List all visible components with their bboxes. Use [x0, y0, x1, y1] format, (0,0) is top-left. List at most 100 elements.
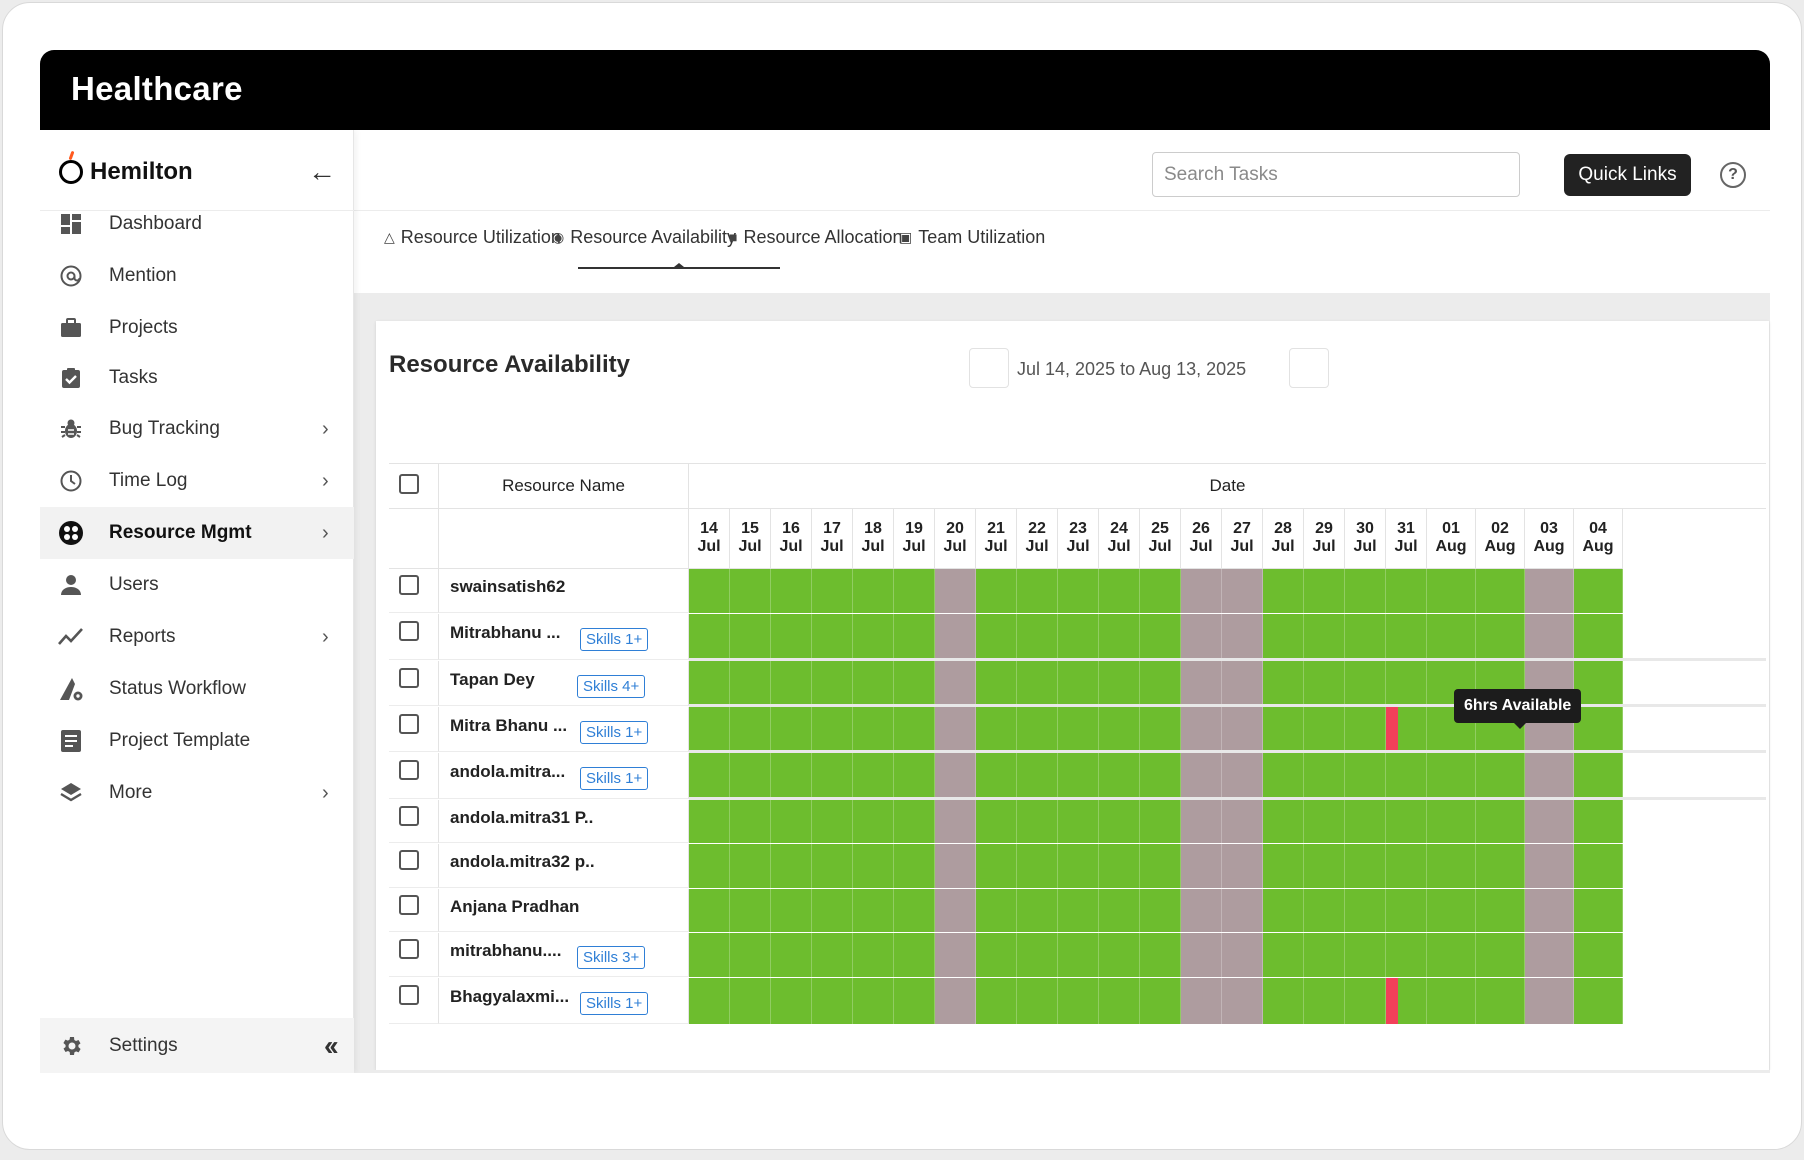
weekend-cell[interactable]	[1181, 614, 1222, 660]
available-cell[interactable]	[1058, 889, 1099, 932]
available-cell[interactable]	[812, 844, 853, 888]
available-cell[interactable]	[1304, 614, 1345, 660]
available-cell[interactable]	[1345, 614, 1386, 660]
available-cell[interactable]	[1140, 800, 1181, 843]
weekend-cell[interactable]	[1525, 889, 1574, 932]
available-cell[interactable]	[1058, 800, 1099, 843]
help-icon[interactable]: ?	[1720, 162, 1746, 188]
available-cell[interactable]	[1263, 844, 1304, 888]
available-cell[interactable]	[689, 569, 730, 613]
weekend-cell[interactable]	[1222, 707, 1263, 752]
weekend-cell[interactable]	[1181, 889, 1222, 932]
sidebar-item-mention[interactable]: Mention	[40, 250, 354, 302]
available-cell[interactable]	[1386, 800, 1427, 843]
available-cell[interactable]	[1017, 707, 1058, 752]
available-cell[interactable]	[853, 707, 894, 752]
available-cell[interactable]	[689, 844, 730, 888]
available-cell[interactable]	[1386, 661, 1427, 706]
row-checkbox[interactable]	[399, 806, 419, 826]
arrow-left-icon[interactable]: ←	[308, 156, 336, 188]
available-cell[interactable]	[1427, 889, 1476, 932]
available-cell[interactable]	[1140, 661, 1181, 706]
weekend-cell[interactable]	[1222, 844, 1263, 888]
weekend-cell[interactable]	[1181, 753, 1222, 799]
weekend-cell[interactable]	[1222, 978, 1263, 1024]
available-cell[interactable]	[1140, 933, 1181, 977]
available-cell[interactable]	[1574, 933, 1623, 977]
available-cell[interactable]	[1427, 844, 1476, 888]
available-cell[interactable]	[976, 844, 1017, 888]
weekend-cell[interactable]	[935, 707, 976, 752]
weekend-cell[interactable]	[1525, 569, 1574, 613]
available-cell[interactable]	[812, 800, 853, 843]
available-cell[interactable]	[771, 569, 812, 613]
available-cell[interactable]	[1476, 800, 1525, 843]
weekend-cell[interactable]	[1181, 569, 1222, 613]
available-cell[interactable]	[812, 889, 853, 932]
available-cell[interactable]	[894, 800, 935, 843]
available-cell[interactable]	[1304, 753, 1345, 799]
row-checkbox[interactable]	[399, 621, 419, 641]
available-cell[interactable]	[853, 614, 894, 660]
available-cell[interactable]	[1304, 569, 1345, 613]
available-cell[interactable]	[771, 661, 812, 706]
tab-resource-allocation[interactable]: ■ Resource Allocation	[729, 211, 903, 263]
row-checkbox[interactable]	[399, 895, 419, 915]
available-cell[interactable]	[1427, 800, 1476, 843]
available-cell[interactable]	[1099, 614, 1140, 660]
available-cell[interactable]	[1140, 614, 1181, 660]
available-cell[interactable]	[1386, 844, 1427, 888]
available-cell[interactable]	[1574, 844, 1623, 888]
available-cell[interactable]	[689, 614, 730, 660]
sidebar-item-project-template[interactable]: Project Template	[40, 715, 354, 767]
available-cell[interactable]	[1017, 889, 1058, 932]
available-cell[interactable]	[1017, 753, 1058, 799]
available-cell[interactable]	[1386, 753, 1427, 799]
available-cell[interactable]	[1140, 978, 1181, 1024]
available-cell[interactable]	[1574, 707, 1623, 752]
quick-links-button[interactable]: Quick Links	[1564, 154, 1691, 196]
skills-badge[interactable]: Skills 1+	[580, 628, 649, 651]
available-cell[interactable]	[1574, 569, 1623, 613]
available-cell[interactable]	[812, 753, 853, 799]
available-cell[interactable]	[771, 933, 812, 977]
weekend-cell[interactable]	[1525, 844, 1574, 888]
available-cell[interactable]	[1058, 933, 1099, 977]
available-cell[interactable]	[1099, 933, 1140, 977]
available-cell[interactable]	[1427, 569, 1476, 613]
available-cell[interactable]	[771, 614, 812, 660]
available-cell[interactable]	[1058, 978, 1099, 1024]
available-cell[interactable]	[1140, 707, 1181, 752]
available-cell[interactable]	[1386, 889, 1427, 932]
table-row[interactable]: Mitra Bhanu ... Skills 1+	[439, 707, 689, 752]
available-cell[interactable]	[1345, 933, 1386, 977]
available-cell[interactable]	[730, 569, 771, 613]
available-cell[interactable]	[1345, 800, 1386, 843]
available-cell[interactable]	[1017, 569, 1058, 613]
available-cell[interactable]	[1058, 614, 1099, 660]
available-cell[interactable]	[1058, 661, 1099, 706]
weekend-cell[interactable]	[935, 844, 976, 888]
sidebar-item-more[interactable]: More ›	[40, 767, 354, 819]
sidebar-item-reports[interactable]: Reports ›	[40, 611, 354, 663]
sidebar-item-projects[interactable]: Projects	[40, 302, 354, 354]
available-cell[interactable]	[1263, 800, 1304, 843]
weekend-cell[interactable]	[935, 661, 976, 706]
available-cell[interactable]	[1058, 569, 1099, 613]
available-cell[interactable]	[1263, 569, 1304, 613]
available-cell[interactable]	[1099, 978, 1140, 1024]
sidebar-item-resource-mgmt[interactable]: Resource Mgmt ›	[40, 507, 354, 559]
available-cell[interactable]	[689, 978, 730, 1024]
available-cell[interactable]	[1263, 707, 1304, 752]
available-cell[interactable]	[730, 889, 771, 932]
weekend-cell[interactable]	[935, 614, 976, 660]
table-row[interactable]: Mitrabhanu ... Skills 1+	[439, 614, 689, 660]
weekend-cell[interactable]	[935, 569, 976, 613]
tab-team-utilization[interactable]: ▣ Team Utilization	[899, 211, 1045, 263]
available-cell[interactable]	[1099, 569, 1140, 613]
weekend-cell[interactable]	[935, 933, 976, 977]
available-cell[interactable]	[853, 889, 894, 932]
weekend-cell[interactable]	[1525, 933, 1574, 977]
available-cell[interactable]	[1476, 978, 1525, 1024]
available-cell[interactable]	[1017, 978, 1058, 1024]
